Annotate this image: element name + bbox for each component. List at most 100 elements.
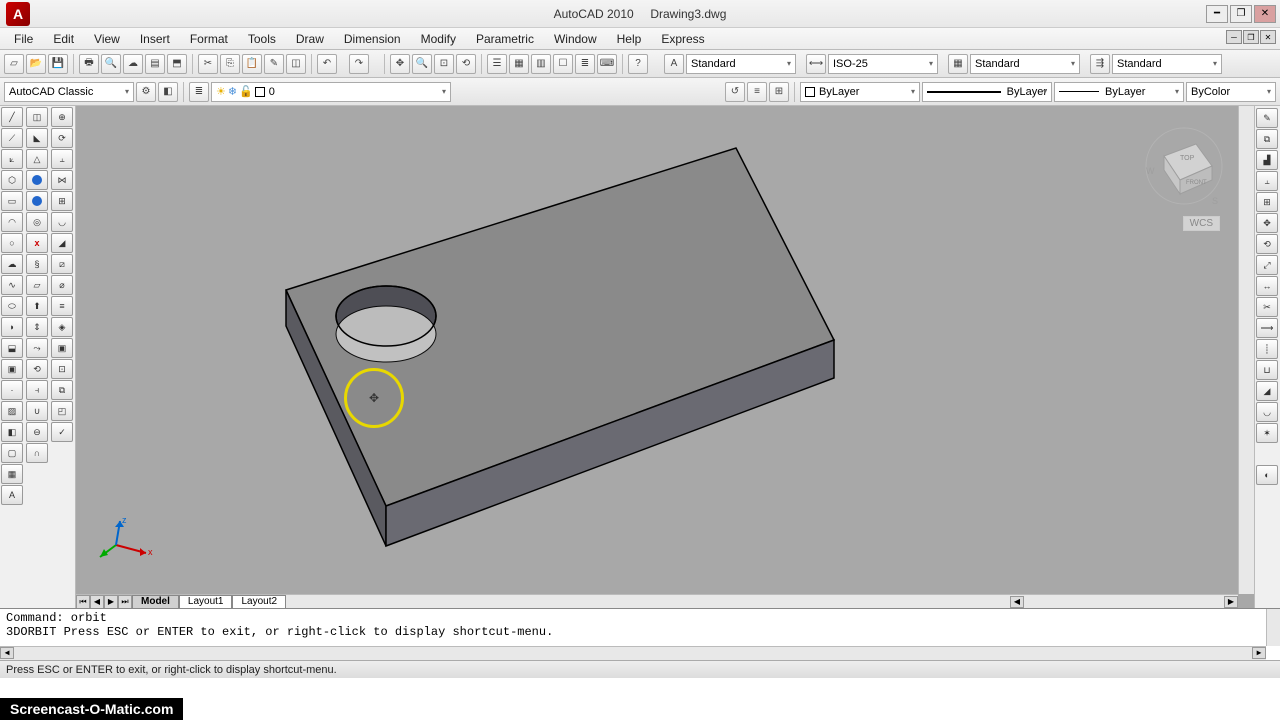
- 3dmirror-icon[interactable]: ⋈: [51, 170, 73, 190]
- wcs-label[interactable]: WCS: [1183, 216, 1220, 231]
- join-icon[interactable]: ⊔: [1256, 360, 1278, 380]
- subtract-icon[interactable]: ⊖: [26, 422, 48, 442]
- workspace-dropdown[interactable]: AutoCAD Classic: [4, 82, 134, 102]
- calc-icon[interactable]: ⌨: [597, 54, 617, 74]
- tab-prev-icon[interactable]: ◀: [90, 595, 104, 609]
- arc-icon[interactable]: ◠: [1, 212, 23, 232]
- menu-tools[interactable]: Tools: [238, 30, 286, 48]
- menu-insert[interactable]: Insert: [130, 30, 180, 48]
- tab-first-icon[interactable]: ⏮: [76, 595, 90, 609]
- block-icon[interactable]: ◫: [286, 54, 306, 74]
- chamfer-edge-icon[interactable]: ◢: [51, 233, 73, 253]
- tool-palette-icon[interactable]: ▥: [531, 54, 551, 74]
- table-style-icon[interactable]: ▦: [948, 54, 968, 74]
- text-style-icon[interactable]: A: [664, 54, 684, 74]
- visual-style-icon[interactable]: ◐: [1256, 465, 1278, 485]
- workspace-settings-icon[interactable]: ⚙: [136, 82, 156, 102]
- xline-icon[interactable]: ⟋: [1, 128, 23, 148]
- publish-icon[interactable]: ☁: [123, 54, 143, 74]
- presspull-icon[interactable]: ⇕: [26, 317, 48, 337]
- fillet-edge-icon[interactable]: ◡: [51, 212, 73, 232]
- layer-state-icon[interactable]: ≡: [747, 82, 767, 102]
- mirror-icon[interactable]: ▟: [1256, 150, 1278, 170]
- region-icon[interactable]: ▢: [1, 443, 23, 463]
- rotate-icon[interactable]: ⟲: [1256, 234, 1278, 254]
- explode-icon[interactable]: ✶: [1256, 423, 1278, 443]
- lineweight-dropdown[interactable]: ByLayer: [1054, 82, 1184, 102]
- menu-express[interactable]: Express: [651, 30, 714, 48]
- menu-draw[interactable]: Draw: [286, 30, 334, 48]
- make-block-icon[interactable]: ▣: [1, 359, 23, 379]
- extract-edges-icon[interactable]: ▣: [51, 338, 73, 358]
- paste-icon[interactable]: 📋: [242, 54, 262, 74]
- polygon-icon[interactable]: ⬡: [1, 170, 23, 190]
- loft-icon[interactable]: ⫞: [26, 380, 48, 400]
- copy-icon[interactable]: ⎘: [220, 54, 240, 74]
- help-icon[interactable]: ?: [628, 54, 648, 74]
- insert-block-icon[interactable]: ⬓: [1, 338, 23, 358]
- menu-dimension[interactable]: Dimension: [334, 30, 411, 48]
- table-icon[interactable]: ▦: [1, 464, 23, 484]
- convert-icon[interactable]: ◈: [51, 317, 73, 337]
- plotstyle-dropdown[interactable]: ByColor: [1186, 82, 1276, 102]
- layer-iso-icon[interactable]: ⊞: [769, 82, 789, 102]
- imprint-icon[interactable]: ⊡: [51, 359, 73, 379]
- vertical-scrollbar[interactable]: [1238, 106, 1254, 594]
- revolve-icon[interactable]: ⟲: [26, 359, 48, 379]
- revcloud-icon[interactable]: ☁: [1, 254, 23, 274]
- doc-minimize-button[interactable]: ─: [1226, 30, 1242, 44]
- close-button[interactable]: ✕: [1254, 5, 1276, 23]
- zoom-window-icon[interactable]: ⊡: [434, 54, 454, 74]
- open-icon[interactable]: 📂: [26, 54, 46, 74]
- new-icon[interactable]: ▱: [4, 54, 24, 74]
- print-icon[interactable]: 🖶: [79, 54, 99, 74]
- ml-style-icon[interactable]: ⇶: [1090, 54, 1110, 74]
- minimize-button[interactable]: ━: [1206, 5, 1228, 23]
- cylinder-icon[interactable]: [26, 191, 48, 211]
- menu-view[interactable]: View: [84, 30, 130, 48]
- layer-dropdown[interactable]: ☀ ❄ 🔓 0: [211, 82, 451, 102]
- thicken-icon[interactable]: ≡: [51, 296, 73, 316]
- fillet-icon[interactable]: ◡: [1256, 402, 1278, 422]
- pyramid-icon[interactable]: x: [26, 233, 48, 253]
- line-icon[interactable]: ╱: [1, 107, 23, 127]
- design-center-icon[interactable]: ▦: [509, 54, 529, 74]
- menu-parametric[interactable]: Parametric: [466, 30, 544, 48]
- 3drotate-icon[interactable]: ⟳: [51, 128, 73, 148]
- dwf-icon[interactable]: ⬒: [167, 54, 187, 74]
- union-icon[interactable]: ∪: [26, 401, 48, 421]
- slice-icon[interactable]: ⌀: [51, 275, 73, 295]
- polyline-icon[interactable]: ⟀: [1, 149, 23, 169]
- dim-style-icon[interactable]: ⟷: [806, 54, 826, 74]
- copy-obj-icon[interactable]: ⧉: [1256, 129, 1278, 149]
- stretch-icon[interactable]: ↔: [1256, 276, 1278, 296]
- command-line[interactable]: Command: orbit 3DORBIT Press ESC or ENTE…: [0, 608, 1280, 660]
- intersect-icon[interactable]: ∩: [26, 443, 48, 463]
- helix-icon[interactable]: §: [26, 254, 48, 274]
- menu-help[interactable]: Help: [607, 30, 652, 48]
- point-icon[interactable]: ·: [1, 380, 23, 400]
- workspace-save-icon[interactable]: ◧: [158, 82, 178, 102]
- color-dropdown[interactable]: ByLayer: [800, 82, 920, 102]
- tab-last-icon[interactable]: ⏭: [118, 595, 132, 609]
- scroll-left-icon[interactable]: ◀: [1010, 596, 1024, 608]
- doc-restore-button[interactable]: ❐: [1243, 30, 1259, 44]
- extend-icon[interactable]: ⟶: [1256, 318, 1278, 338]
- cut-icon[interactable]: ✂: [198, 54, 218, 74]
- redo-icon[interactable]: ↷: [349, 54, 369, 74]
- 3darray-icon[interactable]: ⊞: [51, 191, 73, 211]
- gradient-icon[interactable]: ◧: [1, 422, 23, 442]
- sweep-icon[interactable]: ⤳: [26, 338, 48, 358]
- scroll-right-icon[interactable]: ▶: [1224, 596, 1238, 608]
- scale-icon[interactable]: ⤢: [1256, 255, 1278, 275]
- spline-icon[interactable]: ∿: [1, 275, 23, 295]
- match-icon[interactable]: ✎: [264, 54, 284, 74]
- separate-icon[interactable]: ⧉: [51, 380, 73, 400]
- sphere-icon[interactable]: [26, 170, 48, 190]
- app-icon[interactable]: A: [6, 2, 30, 26]
- mtext-icon[interactable]: A: [1, 485, 23, 505]
- dim-style-dropdown[interactable]: ISO-25: [828, 54, 938, 74]
- markup-icon[interactable]: ≣: [575, 54, 595, 74]
- section-icon[interactable]: ⧄: [51, 254, 73, 274]
- layer-previous-icon[interactable]: ↺: [725, 82, 745, 102]
